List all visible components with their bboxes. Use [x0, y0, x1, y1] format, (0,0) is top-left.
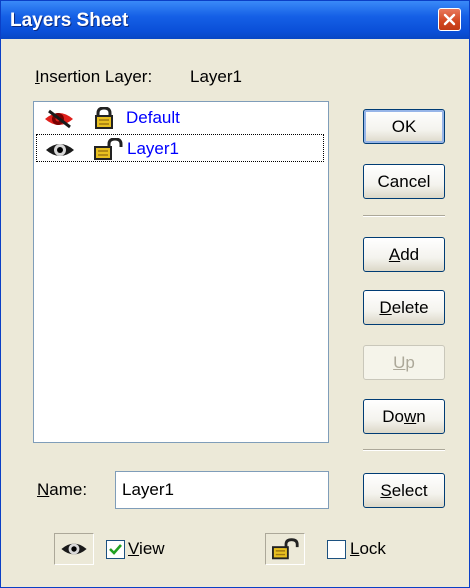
eye-icon [61, 543, 87, 555]
lock-open-icon[interactable] [94, 138, 124, 160]
view-checkbox[interactable] [106, 540, 125, 559]
layer-name: Layer1 [127, 139, 179, 158]
name-input[interactable] [115, 471, 329, 509]
name-label: Name: [37, 480, 88, 499]
window-title: Layers Sheet [10, 10, 129, 31]
lock-closed-icon[interactable] [93, 107, 115, 129]
insertion-layer-label: Insertion Layer: [35, 67, 153, 86]
insertion-layer-value: Layer1 [190, 67, 242, 86]
eye-slash-icon[interactable] [43, 109, 75, 129]
title-bar[interactable]: Layers Sheet [1, 1, 469, 39]
layer-list[interactable]: Default Layer1 [33, 101, 329, 443]
layer-row-layer1[interactable]: Layer1 [36, 134, 324, 162]
checkmark-icon [109, 544, 122, 555]
view-icon-box [54, 533, 94, 565]
cancel-button[interactable]: Cancel [363, 164, 445, 199]
separator [363, 449, 445, 451]
eye-icon[interactable] [44, 140, 76, 160]
close-button[interactable] [438, 8, 461, 31]
ok-button[interactable]: OK [363, 109, 445, 144]
delete-button[interactable]: Delete [363, 290, 445, 325]
separator [363, 215, 445, 217]
layer-name: Default [126, 108, 180, 127]
close-icon [443, 13, 456, 26]
select-button[interactable]: Select [363, 473, 445, 508]
lock-label[interactable]: Lock [350, 539, 386, 559]
lock-checkbox[interactable] [327, 540, 346, 559]
layer-row-default[interactable]: Default [36, 104, 324, 132]
up-button[interactable]: Up [363, 345, 445, 380]
view-label[interactable]: View [128, 539, 165, 559]
lock-open-icon [272, 538, 299, 560]
layers-sheet-dialog: Layers Sheet Insertion Layer: Layer1 Def… [0, 0, 470, 588]
add-button[interactable]: Add [363, 237, 445, 272]
lock-icon-box [265, 533, 305, 565]
down-button[interactable]: Down [363, 399, 445, 434]
